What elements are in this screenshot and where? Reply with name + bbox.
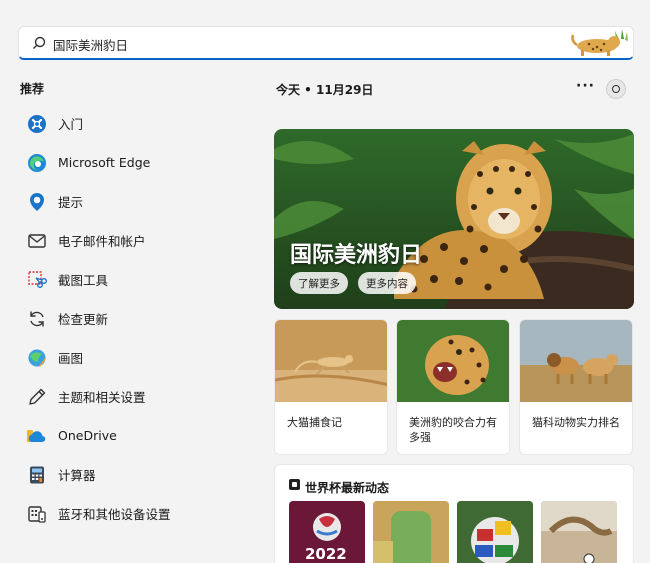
recommended-item-label: 入门 (58, 117, 84, 132)
more-content-button[interactable]: 更多内容 (358, 272, 416, 294)
recommended-item-label: 检查更新 (58, 312, 109, 327)
search-query-text: 国际美洲豹日 (53, 38, 129, 53)
jaguar-illustration-icon (567, 27, 633, 58)
recommended-item-tips[interactable]: 提示 (26, 182, 256, 221)
recommended-item-label: 蓝牙和其他设备设置 (58, 507, 171, 522)
hero-title: 国际美洲豹日 (290, 243, 423, 268)
recommended-item-label: 截图工具 (58, 273, 109, 288)
onedrive-icon (26, 425, 48, 447)
recommended-item-label: Microsoft Edge (58, 155, 151, 170)
worldcup-thumbnail[interactable]: 2022 (289, 501, 365, 563)
feed-card[interactable]: 大猫捕食记 (274, 319, 388, 455)
feed-card[interactable]: 猫科动物实力排名 (519, 319, 633, 455)
recommended-item-mail[interactable]: 电子邮件和帐户 (26, 221, 256, 260)
user-icon (612, 85, 620, 93)
recommended-item-label: 主题和相关设置 (58, 390, 146, 405)
tips-icon (26, 191, 48, 213)
worldcup-title: 世界杯最新动态 (305, 481, 390, 495)
recommended-item-bluetooth-devices[interactable]: 蓝牙和其他设备设置 (26, 494, 256, 533)
recommended-item-label: 计算器 (58, 468, 96, 483)
recommended-item-onedrive[interactable]: OneDrive (26, 416, 256, 455)
snipping-tool-icon (26, 269, 48, 291)
hero-card[interactable]: 国际美洲豹日 了解更多 更多内容 (274, 129, 634, 309)
recommended-item-snipping-tool[interactable]: 截图工具 (26, 260, 256, 299)
recommended-item-label: 电子邮件和帐户 (58, 234, 146, 249)
cheetah-running-image (275, 320, 387, 402)
search-icon (33, 36, 46, 49)
recommended-item-calculator[interactable]: 计算器 (26, 455, 256, 494)
feed-card[interactable]: 美洲豹的咬合力有多强 (396, 319, 510, 455)
blurred-player-image (373, 501, 449, 563)
recommended-item-label: OneDrive (58, 428, 117, 443)
worldcup-thumbnail[interactable] (541, 501, 617, 563)
bluetooth-devices-icon (26, 503, 48, 525)
calculator-icon (26, 464, 48, 486)
news-icon (289, 479, 300, 490)
edge-icon (26, 152, 48, 174)
recommended-item-check-updates[interactable]: 检查更新 (26, 299, 256, 338)
worldcup-panel[interactable]: 世界杯最新动态 2022 (274, 464, 634, 563)
mail-icon (26, 230, 48, 252)
recommended-heading: 推荐 (20, 82, 45, 96)
recommended-item-edge[interactable]: Microsoft Edge (26, 143, 256, 182)
more-options-button[interactable]: ··· (576, 78, 595, 94)
flag-ball-image (457, 501, 533, 563)
jaguar-roar-image (397, 320, 509, 402)
get-started-icon (26, 113, 48, 135)
recommended-item-get-started[interactable]: 入门 (26, 104, 256, 143)
recommended-item-paint[interactable]: 画图 (26, 338, 256, 377)
feed-card-title: 猫科动物实力排名 (532, 416, 620, 429)
recommended-item-label: 画图 (58, 351, 84, 366)
profile-avatar[interactable] (606, 79, 626, 99)
update-icon (26, 308, 48, 330)
pen-icon (26, 386, 48, 408)
search-box[interactable]: 国际美洲豹日 (18, 26, 634, 60)
feed-card-title: 美洲豹的咬合力有多强 (409, 416, 497, 444)
feed-card-title: 大猫捕食记 (287, 416, 342, 429)
learn-more-button[interactable]: 了解更多 (290, 272, 348, 294)
feed-date-label: 今天 • 11月29日 (276, 83, 374, 97)
recommended-list: 入门 Microsoft Edge 提示 电子邮件和帐户 截图工具 检查更新 画… (26, 104, 256, 533)
lions-image (520, 320, 632, 402)
goalkeeper-image (541, 501, 617, 563)
paint-icon (26, 347, 48, 369)
worldcup-thumbnail[interactable] (457, 501, 533, 563)
worldcup-thumbnail[interactable] (373, 501, 449, 563)
recommended-item-themes[interactable]: 主题和相关设置 (26, 377, 256, 416)
worldcup-year: 2022 (305, 545, 347, 563)
recommended-item-label: 提示 (58, 195, 84, 210)
